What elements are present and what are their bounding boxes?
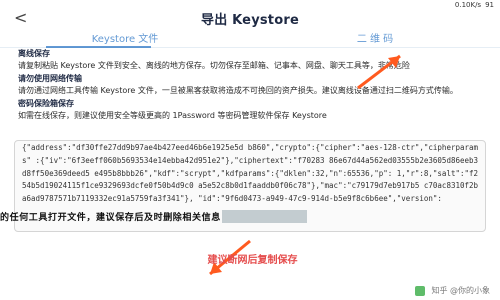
section1-title: 请勿使用网络传输 [18,74,82,83]
page-title: 导出 Keystore [201,12,299,28]
section2-text: 如需在线保存，则建议使用安全等级更高的 1Password 等密码管理软件保存 … [18,111,327,120]
watermark-text: 知乎 @你的小象 [431,286,490,295]
watermark: 知乎 @你的小象 [415,285,490,296]
tab-qr-label: 二 维 码 [356,34,394,45]
zhihu-icon [415,285,426,296]
intro-text: 请复制粘贴 Keystore 文件到安全、离线的地方保存。切勿保存至邮箱、记事本… [18,61,410,70]
copy-button-label: 建议断网后复制保存 [207,254,298,266]
section1-text: 请勿通过网络工具传输 Keystore 文件，一旦被黑客获取将造成不可挽回的资产… [18,86,458,95]
intro-title: 离线保存 [18,49,50,58]
tab-keystore-file[interactable]: Keystore 文件 [0,28,250,48]
header: < 导出 Keystore [0,8,500,28]
tab-bar: Keystore 文件 二 维 码 [0,28,500,48]
instructions: 离线保存 请复制粘贴 Keystore 文件到安全、离线的地方保存。切勿保存至邮… [18,49,488,121]
tab-keystore-label: Keystore 文件 [91,34,159,45]
arrow-up-icon [357,54,401,90]
overlay-mask [222,210,307,223]
tab-qr-code[interactable]: 二 维 码 [250,28,500,47]
copy-keystore-button[interactable]: 建议断网后复制保存 [150,248,355,268]
section2-title: 密码保险箱保存 [18,99,74,108]
back-button[interactable]: < [14,8,27,28]
